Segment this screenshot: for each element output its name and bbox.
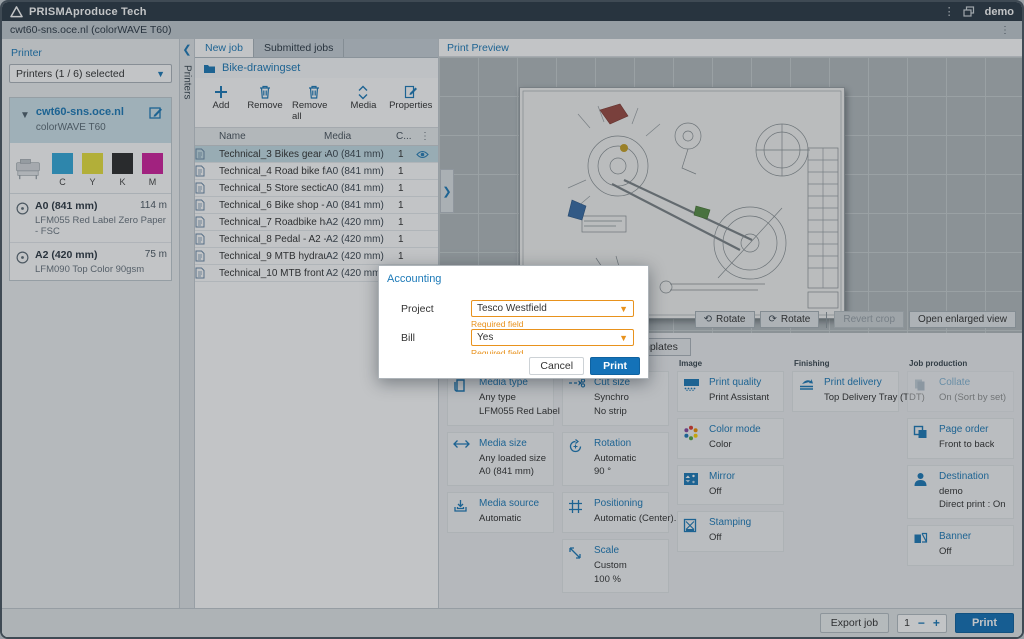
cancel-button[interactable]: Cancel <box>529 357 584 375</box>
chevron-down-icon: ▼ <box>619 304 628 314</box>
bill-select[interactable]: Yes ▼ <box>471 329 634 346</box>
dialog-print-button[interactable]: Print <box>590 357 640 375</box>
app-window: PRISMAproduce Tech ⋮ demo cwt60-sns.oce.… <box>0 0 1024 639</box>
project-select[interactable]: Tesco Westfield ▼ <box>471 300 634 317</box>
bill-value: Yes <box>477 332 493 343</box>
project-field-row: Project Tesco Westfield ▼ Required field <box>401 300 634 329</box>
project-value: Tesco Westfield <box>477 303 547 314</box>
accounting-dialog: Accounting Project Tesco Westfield ▼ Req… <box>378 265 649 379</box>
project-label: Project <box>401 300 471 329</box>
dialog-footer: Cancel Print <box>379 354 648 378</box>
dialog-title: Accounting <box>379 266 648 285</box>
chevron-down-icon: ▼ <box>619 333 628 343</box>
project-required-hint: Required field <box>471 319 634 329</box>
